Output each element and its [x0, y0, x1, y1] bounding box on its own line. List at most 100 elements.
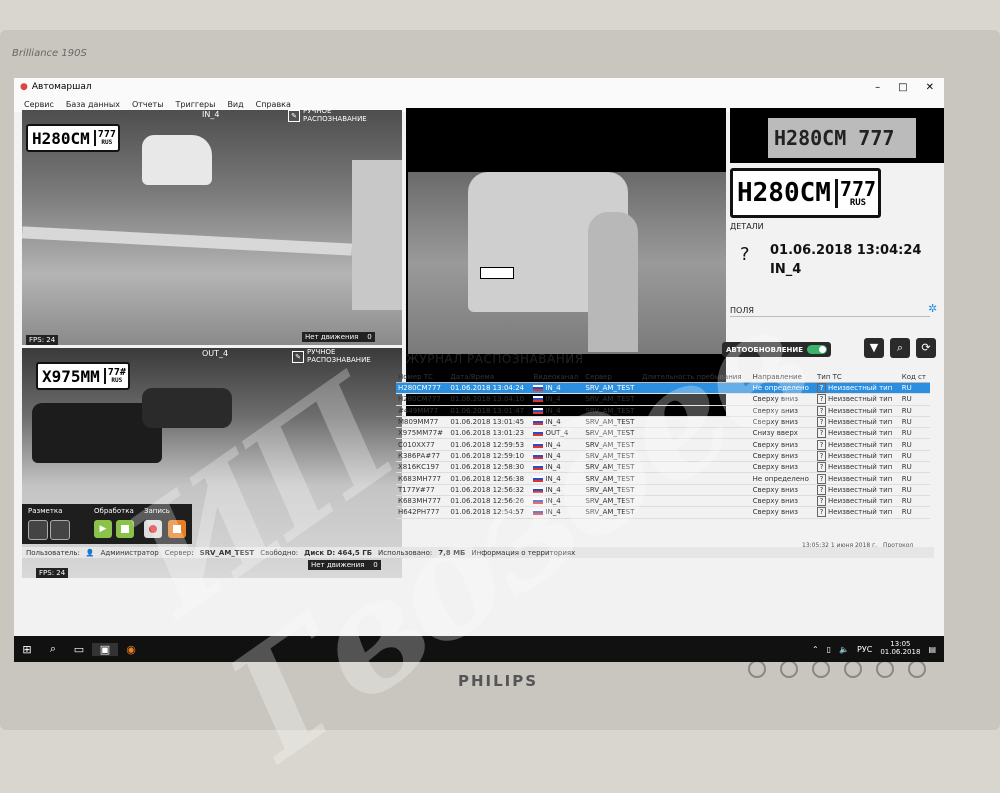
app-taskbar-icon[interactable]: ▣ — [92, 642, 118, 656]
journal-title: ЖУРНАЛ РАСПОЗНАВАНИЯ — [406, 352, 584, 366]
stop-button[interactable] — [116, 520, 134, 538]
control-panel: Разметка Обработка Запись ▶ — [22, 504, 192, 544]
detection-channel: IN_4 — [770, 262, 802, 277]
cell-plate: Н280СМ777 — [396, 382, 449, 395]
cell-code: RU — [899, 472, 930, 485]
refresh-button[interactable]: ⟳ — [916, 338, 936, 358]
col-type[interactable]: Тип ТС — [815, 372, 900, 383]
clock[interactable]: 13:05 01.06.2018 — [880, 641, 920, 656]
cell-plate: Н280СМ777 — [396, 393, 449, 406]
tray-arrow-icon[interactable]: ⌃ — [812, 645, 819, 654]
minimize-icon[interactable]: – — [875, 82, 880, 93]
layout-grid-button[interactable] — [28, 520, 48, 540]
monitor-buttons[interactable] — [748, 660, 926, 678]
col-direction[interactable]: Направление — [750, 372, 815, 383]
table-row[interactable]: Н280СМ777 01.06.2018 13:04:10 IN_4 SRV_AM_T… — [396, 393, 930, 406]
cell-duration — [640, 438, 751, 451]
menu-database[interactable]: База данных — [66, 100, 120, 109]
close-icon[interactable]: ✕ — [926, 82, 934, 93]
table-row[interactable]: Х975ММ77# 01.06.2018 13:01:23 OUT_4 SRV_AM_… — [396, 427, 930, 440]
motion-status-in: Нет движения 0 — [302, 332, 375, 342]
pencil-icon: ✎ — [288, 109, 300, 122]
menu-service[interactable]: Сервис — [24, 100, 54, 109]
record-button[interactable] — [144, 520, 162, 538]
table-row[interactable]: Т177У#77 01.06.2018 12:56:32 IN_4 SRV_AM_TE… — [396, 484, 930, 496]
cell-direction: Снизу вверх — [750, 427, 815, 440]
cell-server: SRV_AM_TEST — [583, 438, 641, 451]
maximize-icon[interactable]: □ — [898, 82, 907, 93]
cell-server: SRV_AM_TEST — [583, 427, 641, 440]
play-button[interactable]: ▶ — [94, 520, 112, 538]
stop-icon — [121, 525, 129, 533]
col-server[interactable]: Сервер — [583, 372, 641, 383]
notification-icon[interactable]: ▤ — [928, 645, 936, 654]
toggle-switch[interactable] — [807, 345, 828, 354]
menu-reports[interactable]: Отчеты — [132, 100, 164, 109]
table-row[interactable]: С010ХХ77 01.06.2018 12:59:53 IN_4 SRV_AM_TE… — [396, 438, 930, 451]
markup-label: Разметка — [28, 507, 63, 515]
network-icon[interactable]: ▯ — [827, 645, 831, 654]
table-row[interactable]: #449ММ77 01.06.2018 13:01:47 IN_4 SRV_AM_TE… — [396, 405, 930, 417]
language-indicator[interactable]: РУС — [857, 645, 872, 654]
menu-triggers[interactable]: Триггеры — [176, 100, 216, 109]
col-plate[interactable]: Номер ТС — [396, 372, 449, 383]
table-row[interactable]: К683МН777 01.06.2018 12:56:38 IN_4 SRV_AM_T… — [396, 472, 930, 485]
table-row[interactable]: М809ММ77 01.06.2018 13:01:45 IN_4 SRV_AM_TE… — [396, 416, 930, 429]
parked-car-image — [142, 388, 232, 428]
cell-datetime: 01.06.2018 13:04:24 — [448, 382, 532, 395]
start-windows-icon[interactable]: ⊞ — [14, 643, 40, 656]
vehicle-type-icon: ? — [817, 473, 826, 484]
cell-code: RU — [899, 450, 930, 463]
flag-icon — [533, 419, 544, 426]
cell-datetime: 01.06.2018 12:56:38 — [448, 472, 532, 485]
cell-duration — [640, 405, 751, 417]
flag-icon — [533, 475, 544, 482]
status-bar: Пользователь: 👤 Администратор Сервер: SR… — [22, 547, 934, 558]
territory-info[interactable]: Информация о территориях — [471, 549, 575, 557]
fps-in: FPS: 24 — [26, 335, 59, 345]
filter-button[interactable]: ▼ — [864, 338, 884, 358]
cell-type: ? Неизвестный тип — [815, 393, 900, 406]
layout-split-button[interactable] — [50, 520, 70, 540]
table-row[interactable]: К683МН777 01.06.2018 12:56:26 IN_4 SRV_AM_T… — [396, 495, 930, 508]
search-button[interactable]: ⌕ — [890, 338, 910, 358]
cell-code: RU — [899, 427, 930, 440]
vehicle-type-icon: ? — [817, 439, 826, 450]
snapshot-image[interactable] — [408, 172, 726, 354]
table-row[interactable]: Х816КС197 01.06.2018 12:58:30 IN_4 SRV_AM_T… — [396, 461, 930, 474]
app-taskbar-icon-2[interactable]: ◉ — [118, 643, 144, 656]
title-bar: ● Автомаршал – □ ✕ — [14, 78, 944, 96]
col-duration[interactable]: Длительность пребывания — [640, 372, 751, 383]
auto-update-toggle[interactable]: АВТООБНОВЛЕНИЕ — [722, 342, 832, 357]
table-row[interactable]: Н280СМ777 01.06.2018 13:04:24 IN_4 SRV_AM_T… — [396, 382, 930, 395]
cell-plate: К386РА#77 — [396, 450, 449, 463]
table-row[interactable]: Н642РН777 01.06.2018 12:54:57 IN_4 SRV_AM_T… — [396, 506, 930, 519]
camera-label-in: IN_4 — [202, 110, 220, 119]
cell-type: ? Неизвестный тип — [815, 405, 900, 417]
vehicle-type-icon: ? — [817, 394, 826, 405]
col-channel[interactable]: Видеоканал — [531, 372, 584, 383]
vehicle-type-icon: ? — [817, 507, 826, 518]
manual-recognition-button-out[interactable]: ✎ РУЧНОЕ РАСПОЗНАВАНИЕ — [292, 348, 371, 364]
task-view-icon[interactable]: ▭ — [66, 643, 92, 656]
play-icon: ▶ — [99, 524, 107, 534]
cell-channel: IN_4 — [531, 506, 584, 519]
menu-view[interactable]: Вид — [227, 100, 243, 109]
cell-direction: Сверху вниз — [750, 450, 815, 463]
search-icon[interactable]: ⌕ — [40, 642, 66, 656]
menu-help[interactable]: Справка — [256, 100, 291, 109]
flag-icon — [533, 407, 544, 414]
flag-icon — [533, 452, 544, 459]
col-datetime[interactable]: Дата/Время — [448, 372, 532, 383]
volume-icon[interactable]: 🔈 — [839, 645, 849, 654]
recording-label: Запись — [144, 507, 170, 515]
cell-plate: К683МН777 — [396, 495, 449, 508]
cell-type: ? Неизвестный тип — [815, 382, 900, 395]
table-row[interactable]: К386РА#77 01.06.2018 12:59:10 IN_4 SRV_AM_T… — [396, 450, 930, 463]
cell-datetime: 01.06.2018 12:56:32 — [448, 484, 532, 496]
fields-settings-icon[interactable]: ✲ — [928, 302, 937, 315]
cell-direction: Сверху вниз — [750, 405, 815, 417]
col-code[interactable]: Код ст — [899, 372, 930, 383]
manual-recognition-button-in[interactable]: ✎ РУЧНОЕ РАСПОЗНАВАНИЕ — [288, 107, 367, 123]
record-stop-button[interactable] — [168, 520, 186, 538]
